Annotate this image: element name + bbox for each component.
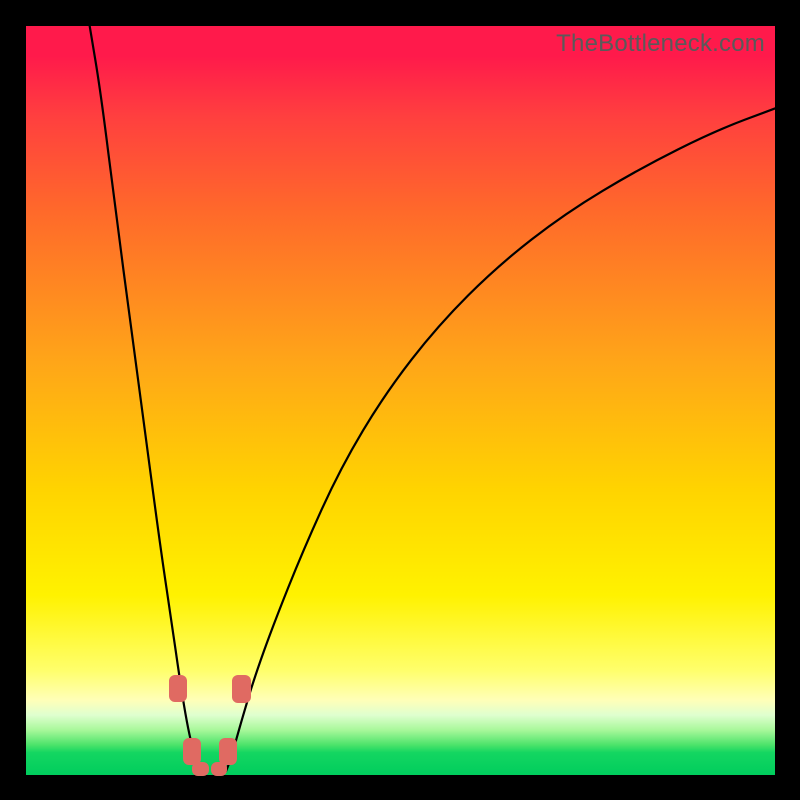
marker-floor-left bbox=[192, 762, 208, 777]
marker-left-upper bbox=[169, 675, 187, 702]
curve-layer bbox=[26, 26, 775, 775]
marker-left-lower bbox=[183, 738, 201, 765]
watermark-text: TheBottleneck.com bbox=[556, 30, 765, 58]
right-branch-curve bbox=[226, 108, 775, 771]
marker-right-upper bbox=[232, 675, 251, 703]
plot-area: TheBottleneck.com bbox=[26, 26, 775, 775]
left-branch-curve bbox=[90, 26, 201, 771]
marker-right-lower bbox=[219, 738, 237, 765]
